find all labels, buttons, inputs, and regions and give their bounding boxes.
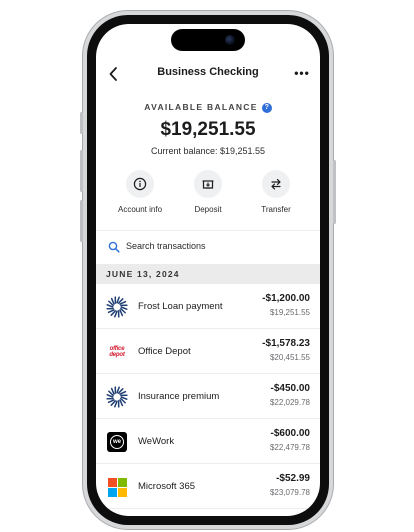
camera-icon	[225, 35, 235, 45]
transaction-name: WeWork	[138, 436, 175, 447]
transaction-name: Microsoft 365	[138, 481, 196, 492]
transaction-name: Insurance premium	[138, 391, 220, 402]
transfer-arrows-icon	[271, 179, 281, 190]
transaction-balance: $20,451.55	[269, 353, 310, 362]
current-balance: Current balance: $19,251.55	[150, 146, 266, 156]
starburst-ray	[119, 309, 124, 317]
starburst-ray	[119, 399, 124, 407]
transaction-balance: $19,251.55	[269, 308, 310, 317]
divider	[96, 230, 320, 231]
transfer-label: Transfer	[261, 205, 291, 214]
wework-badge: we	[107, 432, 127, 452]
transaction-date-header: JUNE 13, 2024	[96, 264, 320, 284]
transaction-amount: -$1,200.00	[262, 293, 310, 304]
help-badge-icon[interactable]: ?	[261, 103, 272, 113]
deposit-check-icon	[202, 180, 214, 189]
microsoft-grid	[107, 477, 127, 497]
office-depot-word-2: depot	[109, 352, 125, 358]
microsoft-logo	[106, 476, 128, 498]
transaction-list: Frost Loan payment -$1,200.00 $19,251.55…	[96, 284, 320, 509]
account-info-button[interactable]: Account info	[108, 170, 172, 214]
transaction-balance: $22,029.78	[269, 398, 310, 407]
starburst-ray	[110, 387, 115, 395]
app-screen: Business Checking ••• AVAILABLE BALANCE?…	[96, 24, 320, 516]
deposit-circle	[194, 170, 222, 198]
wework-mark: we	[110, 435, 124, 449]
available-balance-text: AVAILABLE BALANCE	[144, 102, 258, 112]
transaction-row[interactable]: office depot Office Depot -$1,578.23 $20…	[96, 329, 320, 374]
account-info-label: Account info	[117, 205, 163, 214]
transaction-row[interactable]: Frost Loan payment -$1,200.00 $19,251.55	[96, 284, 320, 329]
office-depot-wordmark: office depot	[106, 346, 128, 358]
wework-logo: we	[106, 431, 128, 453]
search-placeholder: Search transactions	[126, 241, 206, 251]
starburst-icon	[106, 296, 128, 318]
transaction-balance: $23,079.78	[269, 488, 310, 497]
starburst-ray	[119, 300, 127, 305]
volume-up-button	[80, 150, 83, 192]
office-depot-logo: office depot	[106, 341, 128, 363]
available-balance-label: AVAILABLE BALANCE?	[96, 102, 320, 113]
frost-starburst-logo	[106, 296, 128, 318]
ms-square-red	[107, 477, 117, 487]
transaction-name: Frost Loan payment	[138, 301, 223, 312]
dynamic-island	[171, 29, 245, 51]
quick-actions: Account info Deposit Transfer	[96, 170, 320, 220]
search-icon	[108, 241, 120, 253]
action-button	[80, 112, 83, 134]
transfer-button[interactable]: Transfer	[244, 170, 308, 214]
ms-square-blue	[107, 487, 117, 497]
transaction-name: Office Depot	[138, 346, 191, 357]
deposit-button[interactable]: Deposit	[176, 170, 240, 214]
available-balance-amount: $19,251.55	[160, 119, 256, 140]
transfer-circle	[262, 170, 290, 198]
ms-square-yellow	[117, 487, 127, 497]
transaction-amount: -$1,578.23	[262, 338, 310, 349]
transaction-row[interactable]: Microsoft 365 -$52.99 $23,079.78	[96, 464, 320, 509]
transaction-amount: -$450.00	[270, 383, 310, 394]
ms-square-green	[117, 477, 127, 487]
search-input[interactable]: Search transactions	[106, 237, 310, 257]
volume-down-button	[80, 200, 83, 242]
more-horizontal-icon[interactable]: •••	[294, 66, 310, 82]
transaction-balance: $22,479.78	[269, 443, 310, 452]
navigation-bar: Business Checking •••	[96, 64, 320, 84]
power-button	[333, 160, 336, 224]
starburst-icon	[106, 386, 128, 408]
starburst-ray	[107, 399, 115, 404]
starburst-ray	[110, 297, 115, 305]
page-title: Business Checking	[157, 66, 259, 78]
transaction-row[interactable]: Insurance premium -$450.00 $22,029.78	[96, 374, 320, 419]
info-icon	[133, 177, 147, 191]
transaction-amount: -$52.99	[276, 473, 310, 484]
deposit-label: Deposit	[194, 205, 222, 214]
chevron-left-icon[interactable]	[106, 65, 122, 83]
starburst-ray	[119, 390, 127, 395]
transaction-row[interactable]: we WeWork -$600.00 $22,479.78	[96, 419, 320, 464]
transaction-amount: -$600.00	[270, 428, 310, 439]
starburst-ray	[107, 309, 115, 314]
frost-starburst-logo	[106, 386, 128, 408]
account-info-circle	[126, 170, 154, 198]
